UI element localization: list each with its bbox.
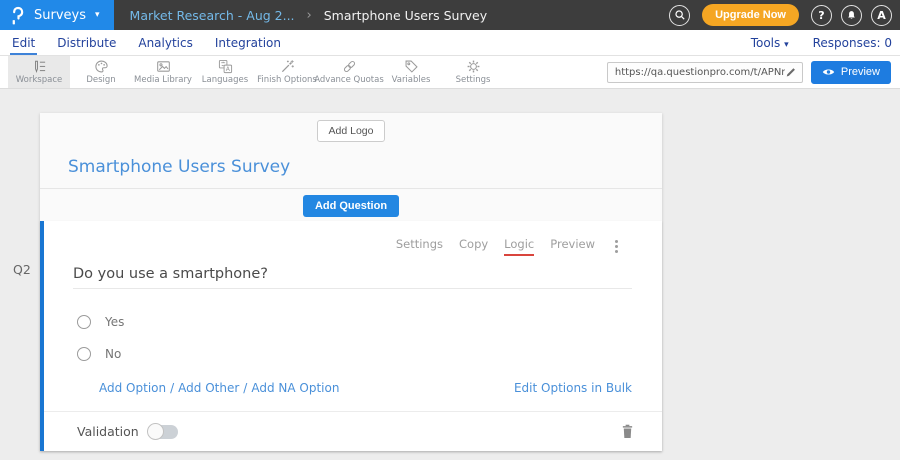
breadcrumb-survey-name: Smartphone Users Survey: [324, 8, 487, 23]
app-title: Surveys: [34, 8, 86, 23]
toolbar-item-design[interactable]: Design: [70, 56, 132, 88]
question-text[interactable]: Do you use a smartphone?: [73, 266, 632, 289]
nav-right: Tools ▾ Responses: 0: [751, 36, 894, 50]
option-label-yes[interactable]: Yes: [105, 315, 124, 329]
toolbar-label: Design: [86, 75, 115, 85]
chevron-right-icon: ›: [307, 8, 312, 23]
add-question-button-top[interactable]: Add Question: [303, 195, 399, 217]
tools-menu[interactable]: Tools ▾: [751, 36, 789, 50]
image-icon: [156, 59, 171, 74]
question-action-settings[interactable]: Settings: [396, 237, 443, 256]
caret-down-icon: ▾: [95, 10, 100, 20]
breadcrumb: Market Research - Aug 2... › Smartphone …: [130, 8, 488, 23]
toolbar-label: Variables: [392, 75, 431, 85]
option-links-row: Add Option / Add Other / Add NA Option E…: [99, 379, 632, 395]
surveys-menu[interactable]: Surveys ▾: [0, 0, 114, 30]
chain-link-icon: [342, 59, 357, 74]
add-logo-button[interactable]: Add Logo: [317, 120, 386, 142]
toolbar-item-languages[interactable]: A Languages: [194, 56, 256, 88]
magic-wand-icon: [280, 59, 295, 74]
toolbar-right: Preview: [607, 56, 900, 88]
delete-question-button[interactable]: [621, 424, 634, 439]
notifications-button[interactable]: [841, 5, 862, 26]
answer-options: Yes No: [44, 289, 662, 361]
survey-nav: Edit Distribute Analytics Integration To…: [0, 30, 900, 56]
question-mark-icon: ?: [818, 9, 824, 22]
toolbar-item-workspace[interactable]: Workspace: [8, 56, 70, 88]
tab-edit[interactable]: Edit: [10, 31, 37, 55]
workspace-toolbar: Workspace Design Media Library: [0, 56, 900, 89]
responses-count[interactable]: Responses: 0: [813, 36, 892, 50]
validation-row: Validation: [44, 412, 662, 451]
edit-pencil-icon[interactable]: [785, 66, 797, 78]
toolbar-label: Workspace: [16, 75, 62, 85]
avatar-initial: A: [877, 9, 886, 22]
validation-label: Validation: [77, 424, 139, 439]
translate-icon: A: [218, 59, 233, 74]
preview-button[interactable]: Preview: [811, 61, 891, 84]
search-button[interactable]: [669, 5, 690, 26]
option-row-no: No: [77, 347, 662, 361]
question-action-logic[interactable]: Logic: [504, 237, 534, 256]
search-icon: [673, 8, 687, 22]
eye-icon: [822, 67, 835, 77]
toolbar-label: Languages: [202, 75, 248, 85]
toolbar-item-settings[interactable]: Settings: [442, 56, 504, 88]
account-avatar[interactable]: A: [871, 5, 892, 26]
survey-canvas: Add Logo Smartphone Users Survey Add Que…: [0, 89, 900, 460]
question-more-menu-icon[interactable]: [613, 238, 620, 255]
topbar-actions: Upgrade Now ? A: [669, 4, 900, 26]
tab-analytics[interactable]: Analytics: [136, 31, 195, 55]
toolbar-label: Settings: [456, 75, 491, 85]
survey-title[interactable]: Smartphone Users Survey: [40, 145, 662, 188]
validation-toggle[interactable]: [149, 425, 178, 439]
breadcrumb-folder-link[interactable]: Market Research - Aug 2...: [130, 8, 295, 23]
question-number-label: Q2: [13, 262, 31, 277]
upgrade-now-button[interactable]: Upgrade Now: [702, 4, 799, 26]
survey-card: Add Logo Smartphone Users Survey Add Que…: [40, 113, 662, 451]
tab-integration[interactable]: Integration: [213, 31, 283, 55]
question-block-q2: Q2 Settings Copy Logic Preview Do you us…: [40, 221, 662, 451]
toolbar-item-finish-options[interactable]: Finish Options: [256, 56, 318, 88]
option-row-yes: Yes: [77, 315, 662, 329]
toolbar-item-advance-quotas[interactable]: Advance Quotas: [318, 56, 380, 88]
survey-url-box: [607, 62, 803, 83]
toolbar-label: Advance Quotas: [314, 75, 384, 85]
toolbar-label: Media Library: [134, 75, 192, 85]
add-option-link[interactable]: Add Option: [99, 381, 166, 395]
tag-icon: [404, 59, 419, 74]
tools-label: Tools: [751, 36, 781, 50]
workspace-icon: [32, 59, 47, 74]
question-action-copy[interactable]: Copy: [459, 237, 488, 256]
page-break-row: Add Question Remove Page Break: [80, 451, 702, 460]
bell-icon: [845, 9, 858, 22]
option-label-no[interactable]: No: [105, 347, 121, 361]
question-action-preview[interactable]: Preview: [550, 237, 595, 256]
question-actions: Settings Copy Logic Preview: [44, 221, 662, 256]
survey-header-section: Add Logo Smartphone Users Survey Add Que…: [40, 113, 662, 221]
link-separator: /: [243, 381, 247, 395]
link-separator: /: [170, 381, 174, 395]
toolbar-item-media-library[interactable]: Media Library: [132, 56, 194, 88]
preview-label: Preview: [841, 66, 880, 78]
add-na-option-link[interactable]: Add NA Option: [251, 381, 339, 395]
questionpro-logo-icon: [10, 6, 25, 25]
help-button[interactable]: ?: [811, 5, 832, 26]
toolbar-label: Finish Options: [257, 75, 317, 85]
toolbar-item-variables[interactable]: Variables: [380, 56, 442, 88]
trash-icon: [621, 424, 634, 439]
caret-down-icon: ▾: [784, 40, 789, 50]
radio-button-yes[interactable]: [77, 315, 91, 329]
radio-button-no[interactable]: [77, 347, 91, 361]
add-other-link[interactable]: Add Other: [178, 381, 239, 395]
survey-url-input[interactable]: [615, 67, 785, 78]
top-bar: Surveys ▾ Market Research - Aug 2... › S…: [0, 0, 900, 30]
gear-icon: [466, 59, 481, 74]
tab-distribute[interactable]: Distribute: [55, 31, 118, 55]
edit-options-in-bulk-link[interactable]: Edit Options in Bulk: [514, 381, 632, 395]
palette-icon: [94, 59, 109, 74]
